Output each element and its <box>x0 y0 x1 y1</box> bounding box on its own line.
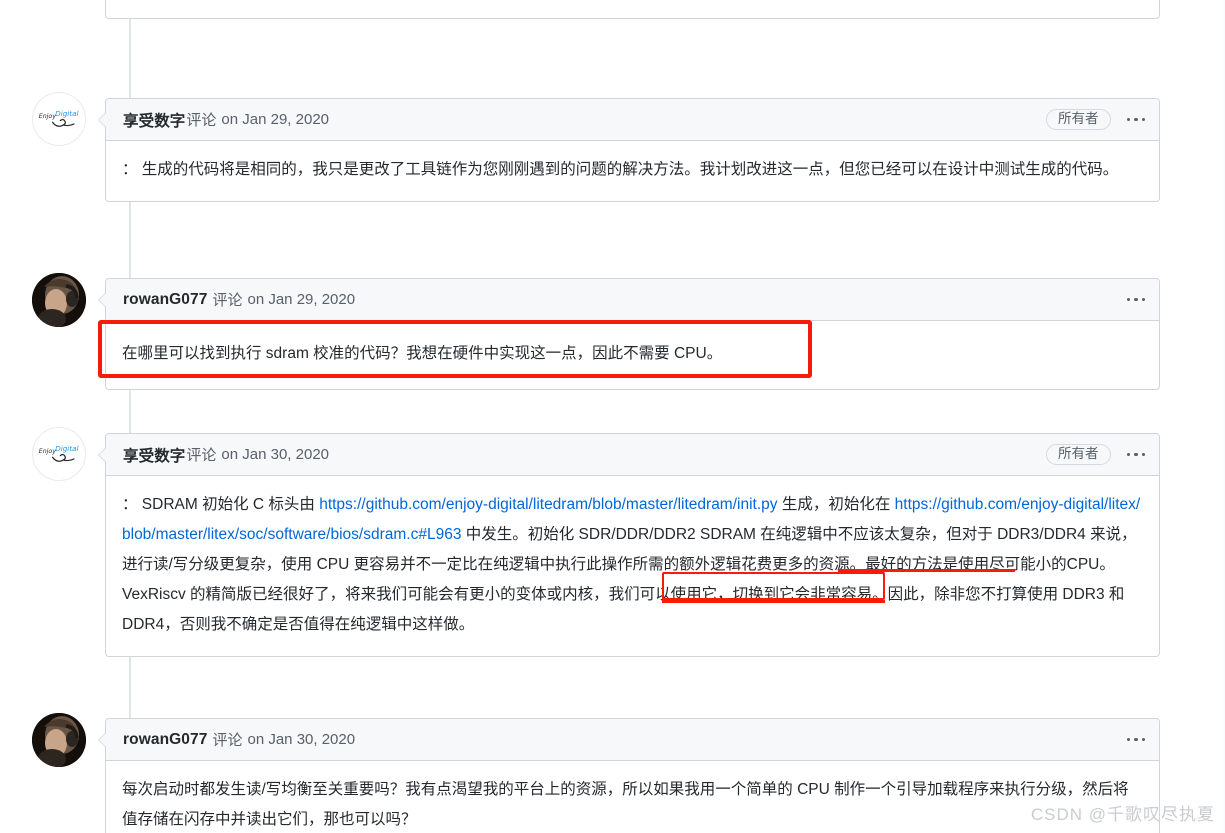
comment-4-author[interactable]: rowanG077 <box>123 731 207 749</box>
link-litedram-init-py[interactable]: https://github.com/enjoy-digital/litedra… <box>319 496 777 513</box>
comment-2-author[interactable]: rowanG077 <box>123 291 207 309</box>
comment-3-header: 享受数字 评论 on Jan 30, 2020 所有者 <box>106 434 1159 476</box>
c3-seg-highlight-vexriscv: VexRiscv 的精简版已经很好 <box>122 586 315 603</box>
comment-3-date[interactable]: on Jan 30, 2020 <box>221 446 329 463</box>
comment-1-author[interactable]: 享受数字 <box>123 109 185 131</box>
user-photo-icon <box>32 713 86 767</box>
csdn-watermark: CSDN @千歌叹尽执夏 <box>1030 805 1215 824</box>
comment-2-header: rowanG077 评论 on Jan 29, 2020 <box>106 279 1159 321</box>
comment-3-owner-badge: 所有者 <box>1046 443 1111 466</box>
highlight-underline-cpu <box>838 569 1015 572</box>
comment-1: 享受数字 评论 on Jan 29, 2020 所有者 ： 生成的代码将是相同的… <box>98 98 1160 202</box>
comment-1-header: 享受数字 评论 on Jan 29, 2020 所有者 <box>106 99 1159 141</box>
comment-4-header: rowanG077 评论 on Jan 30, 2020 <box>106 719 1159 761</box>
svg-text:Digital: Digital <box>55 109 78 118</box>
comment-1-date[interactable]: on Jan 29, 2020 <box>221 111 329 128</box>
comment-2: rowanG077 评论 on Jan 29, 2020 在哪里可以找到执行 s… <box>98 278 1160 390</box>
comment-3-author[interactable]: 享受数字 <box>123 444 185 466</box>
comment-2-body: 在哪里可以找到执行 sdram 校准的代码？我想在硬件中实现这一点，因此不需要 … <box>122 345 723 362</box>
comment-3-kebab-menu-icon[interactable] <box>1125 449 1148 461</box>
comment-1-body: ： 生成的代码将是相同的，我只是更改了工具链作为您刚刚遇到的问题的解决方法。我计… <box>122 161 1119 178</box>
enjoy-digital-logo-icon: Enjoy Digital <box>33 93 85 145</box>
comment-1-owner-badge: 所有者 <box>1046 108 1111 131</box>
user-photo-icon <box>32 273 86 327</box>
comment-4-kebab-menu-icon[interactable] <box>1125 734 1148 746</box>
avatar-enjoy-digital-1[interactable]: Enjoy Digital <box>32 92 86 146</box>
avatar-enjoy-digital-2[interactable]: Enjoy Digital <box>32 427 86 481</box>
code-tag-line: 的。 litex.boards.platforms.versa_ecp5 Pla… <box>122 0 1143 2</box>
comment-2-date[interactable]: on Jan 29, 2020 <box>247 291 355 308</box>
c3-seg-2: 生成，初始化在 <box>777 496 895 513</box>
c3-seg-0: ： SDRAM 初始化 C 标头由 <box>122 496 320 513</box>
svg-text:Enjoy: Enjoy <box>39 113 56 120</box>
comment-4-body: 每次启动时都发生读/写均衡至关重要吗？我有点渴望我的平台上的资源，所以如果我用一… <box>122 781 1129 828</box>
comment-2-action: 评论 <box>212 292 243 309</box>
comment-3-body: ： SDRAM 初始化 C 标头由 https://github.com/enj… <box>106 476 1159 656</box>
comment-2-kebab-menu-icon[interactable] <box>1125 294 1148 306</box>
comment-4: rowanG077 评论 on Jan 30, 2020 每次启动时都发生读/写… <box>98 718 1160 833</box>
comment-4-action: 评论 <box>212 732 243 749</box>
comment-1-action: 评论 <box>186 112 217 129</box>
enjoy-digital-logo-icon: Enjoy Digital <box>33 428 85 480</box>
github-issue-comment-thread: 的。 litex.boards.platforms.versa_ecp5 Pla… <box>0 0 1225 833</box>
comment-3: 享受数字 评论 on Jan 30, 2020 所有者 ： SDRAM 初始化 … <box>98 433 1160 657</box>
comment-fragment-top: 的。 litex.boards.platforms.versa_ecp5 Pla… <box>105 0 1160 19</box>
avatar-rowang077-2[interactable] <box>32 713 86 767</box>
comment-4-date[interactable]: on Jan 30, 2020 <box>247 731 355 748</box>
comment-3-action: 评论 <box>186 447 217 464</box>
avatar-rowang077-1[interactable] <box>32 273 86 327</box>
comment-1-kebab-menu-icon[interactable] <box>1125 114 1148 126</box>
svg-text:Digital: Digital <box>55 444 78 453</box>
svg-text:Enjoy: Enjoy <box>39 448 56 455</box>
highlight-underline-vexriscv-bottom <box>662 600 885 603</box>
